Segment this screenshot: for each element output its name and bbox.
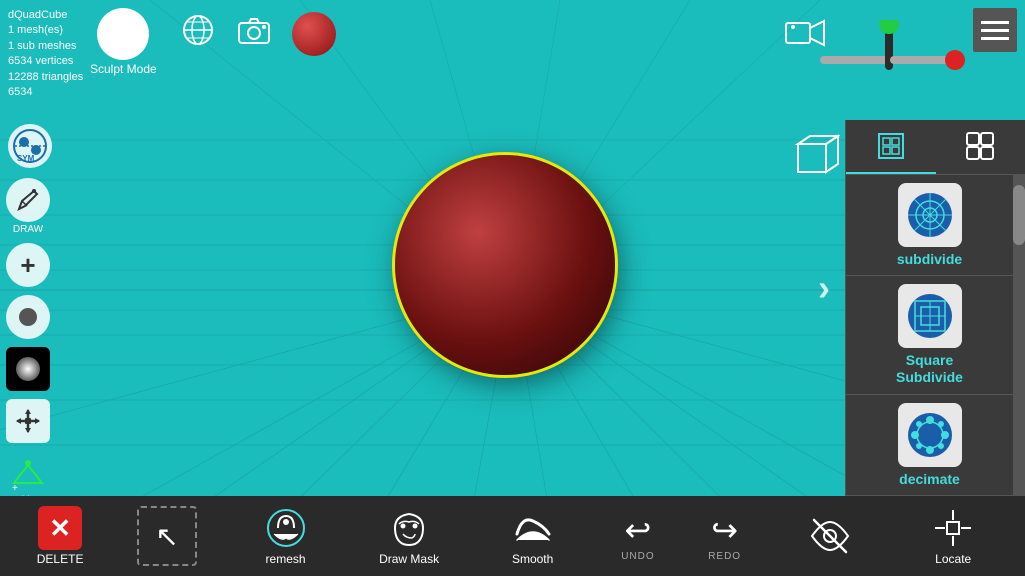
smooth-bottom-svg: [511, 506, 555, 550]
transform-tool-svg: [810, 20, 970, 100]
locate-svg: [931, 506, 975, 550]
panel-tab-shapes[interactable]: [846, 120, 936, 174]
undo-icon: ↩: [625, 511, 652, 549]
mesh-count: 1 mesh(es): [8, 23, 83, 38]
redo-button[interactable]: ↪ REDO: [708, 511, 741, 562]
camera-svg: [236, 13, 272, 49]
locate-button[interactable]: Locate: [918, 506, 988, 566]
bottom-toolbar: ✕ DELETE ↖ remesh Draw Ma: [0, 496, 1025, 576]
hide-show-button[interactable]: [795, 514, 865, 558]
move-button[interactable]: [6, 399, 50, 443]
triangles-count: 12288 triangles: [8, 70, 83, 85]
draw-svg: [14, 186, 42, 214]
subdivide-label: subdivide: [897, 251, 962, 267]
hamburger-line-2: [981, 29, 1009, 32]
svg-text:+: +: [12, 483, 18, 491]
tool-item-subdivide[interactable]: subdivide: [846, 175, 1013, 276]
smooth-tool-icon: [511, 506, 555, 550]
draw-button[interactable]: DRAW: [6, 178, 50, 235]
draw-mask-button[interactable]: Draw Mask: [374, 506, 444, 566]
square-subdivide-label: SquareSubdivide: [896, 352, 963, 386]
camera-icon[interactable]: [236, 13, 272, 56]
redo-icon: ↪: [711, 511, 738, 549]
mesh-info: dQuadCube 1 mesh(es) 1 sub meshes 6534 v…: [8, 8, 83, 100]
hide-show-icon: [808, 514, 852, 558]
add-button[interactable]: +: [6, 243, 50, 287]
draw-label: DRAW: [13, 224, 43, 235]
hamburger-line-3: [981, 37, 1009, 40]
value-count: 6534: [8, 85, 83, 100]
square-subdivide-icon-box: [898, 284, 962, 348]
locate-label: Locate: [935, 552, 971, 566]
viewport[interactable]: dQuadCube 1 mesh(es) 1 sub meshes 6534 v…: [0, 0, 1025, 576]
delete-icon: ✕: [38, 506, 82, 550]
panel-tab-tools[interactable]: [936, 120, 1025, 174]
sculpt-mode-label: Sculpt Mode: [90, 62, 157, 76]
subdivide-icon: [903, 188, 957, 242]
redo-label: REDO: [708, 551, 741, 562]
sym-icon[interactable]: SYM: [4, 120, 56, 172]
transform-tool[interactable]: [810, 20, 970, 100]
view-cube-icon[interactable]: [790, 130, 840, 180]
delete-button[interactable]: ✕ DELETE: [37, 506, 84, 566]
smooth-bottom-label: Smooth: [512, 552, 553, 566]
select-tool-button[interactable]: ↖: [137, 506, 197, 566]
sculpt-circle-icon: [97, 8, 149, 60]
mesh-name: dQuadCube: [8, 8, 83, 23]
draw-mask-label: Draw Mask: [379, 552, 439, 566]
smooth-tool-button[interactable]: Smooth: [498, 506, 568, 566]
3d-sphere[interactable]: [395, 155, 615, 375]
square-subdivide-icon: [903, 289, 957, 343]
vertices-count: 6534 vertices: [8, 54, 83, 69]
panel-tabs: [846, 120, 1025, 175]
draw-icon: [6, 178, 50, 222]
material-preview-icon[interactable]: [292, 12, 336, 56]
scrollbar-thumb: [1013, 185, 1025, 245]
sym-svg: SYM: [11, 127, 49, 165]
glow-tool-button[interactable]: [6, 347, 50, 391]
shapes-tab-icon: [875, 130, 907, 162]
circle-inner: [19, 308, 37, 326]
circle-tool-button[interactable]: [6, 295, 50, 339]
undo-button[interactable]: ↩ UNDO: [621, 511, 654, 562]
delete-label: DELETE: [37, 552, 84, 566]
move-svg: [14, 407, 42, 435]
svg-text:SYM: SYM: [17, 154, 35, 163]
undo-label: UNDO: [621, 551, 654, 562]
objects-icon: +: [6, 451, 50, 495]
globe-icon[interactable]: [180, 12, 216, 56]
globe-svg: [180, 12, 216, 48]
decimate-icon: [903, 408, 957, 462]
draw-mask-icon: [387, 506, 431, 550]
glow-center: [16, 357, 40, 381]
sym-circle: SYM: [8, 124, 52, 168]
left-sidebar: DRAW +: [6, 178, 50, 506]
tools-tab-icon: [964, 130, 996, 162]
remesh-button[interactable]: remesh: [251, 506, 321, 566]
hamburger-menu[interactable]: [973, 8, 1017, 52]
sculpt-mode-button[interactable]: Sculpt Mode: [90, 8, 157, 76]
objects-svg: +: [10, 455, 46, 491]
top-toolbar: [180, 12, 336, 56]
view-cube-svg: [790, 130, 840, 180]
tool-item-square-subdivide[interactable]: SquareSubdivide: [846, 276, 1013, 395]
cursor-arrow-icon: ↖: [155, 520, 178, 553]
decimate-icon-box: [898, 403, 962, 467]
hide-show-svg: [808, 514, 852, 558]
tool-item-decimate[interactable]: decimate: [846, 395, 1013, 496]
remesh-label: remesh: [266, 552, 306, 566]
locate-icon: [931, 506, 975, 550]
remesh-svg: [264, 506, 308, 550]
draw-mask-svg: [387, 506, 431, 550]
decimate-label: decimate: [899, 471, 960, 487]
sub-meshes: 1 sub meshes: [8, 39, 83, 54]
remesh-icon: [264, 506, 308, 550]
hamburger-line-1: [981, 21, 1009, 24]
subdivide-icon-box: [898, 183, 962, 247]
viewport-next-arrow[interactable]: ›: [818, 267, 830, 309]
